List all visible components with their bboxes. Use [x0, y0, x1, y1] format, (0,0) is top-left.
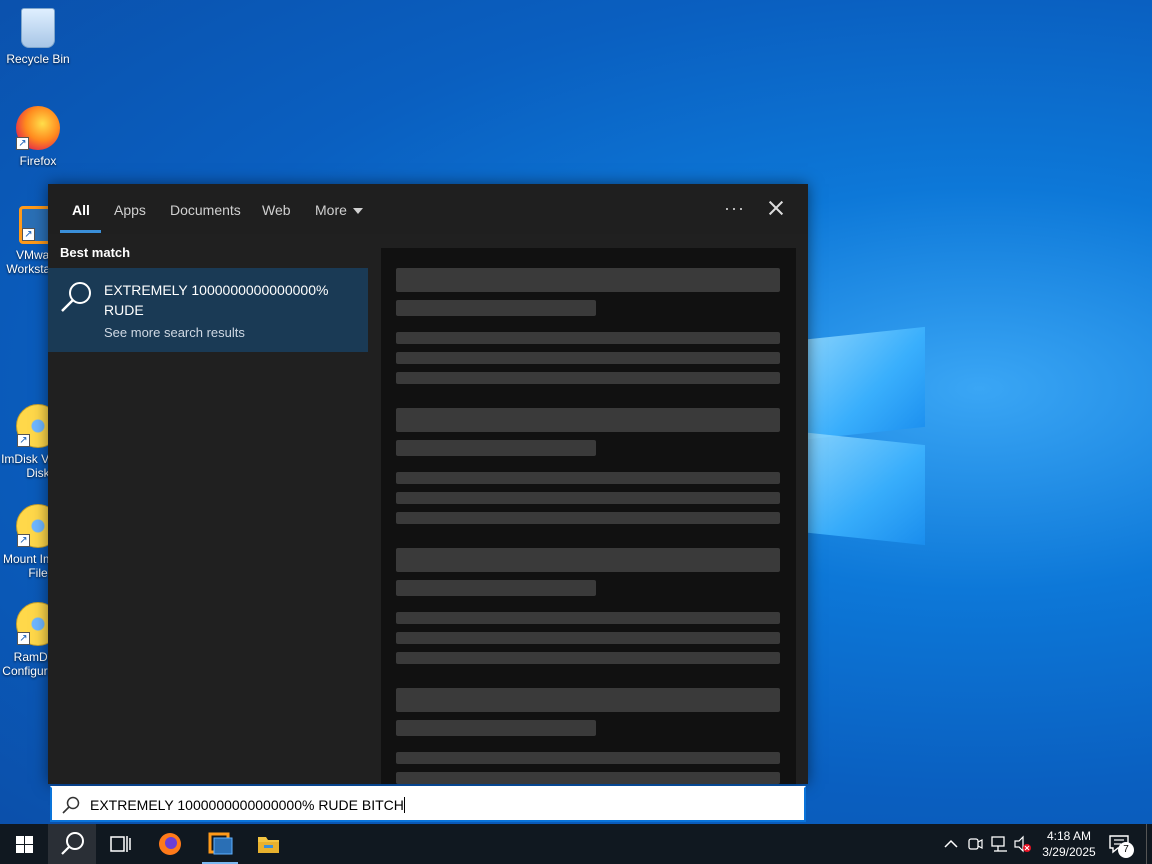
tab-more[interactable]: More: [315, 202, 363, 218]
tab-apps[interactable]: Apps: [114, 202, 146, 218]
best-match-title: EXTREMELY 1000000000000000% RUDE: [104, 282, 329, 318]
caret-down-icon: [352, 208, 363, 215]
taskbar-clock[interactable]: 4:18 AM 3/29/2025: [1034, 828, 1104, 860]
taskbar-firefox[interactable]: [146, 824, 194, 864]
shortcut-arrow-icon: ↗: [17, 632, 30, 645]
desktop-icon-firefox[interactable]: ↗ Firefox: [0, 106, 76, 168]
taskbar: 4:18 AM 3/29/2025 7: [0, 824, 1152, 864]
recycle-bin-icon: [21, 8, 55, 48]
desktop-icon-label: Recycle Bin: [6, 52, 70, 66]
active-tab-indicator: [60, 230, 101, 233]
taskbar-vmware[interactable]: [196, 824, 244, 864]
search-icon: [61, 832, 84, 855]
clock-date: 3/29/2025: [1042, 845, 1096, 859]
text-cursor: [403, 797, 405, 813]
folder-icon: [258, 837, 279, 853]
tab-all[interactable]: All: [72, 202, 90, 218]
tab-more-label: More: [315, 202, 347, 218]
search-input-value: EXTREMELY 1000000000000000% RUDE BITCH: [90, 797, 404, 813]
taskbar-search-button[interactable]: [48, 824, 96, 864]
windows-start-icon: [16, 836, 33, 853]
search-icon: [62, 796, 80, 814]
shortcut-arrow-icon: ↗: [22, 228, 35, 241]
vmware-icon: [208, 832, 233, 855]
windows-wallpaper-logo: [790, 320, 930, 546]
best-match-item[interactable]: EXTREMELY 1000000000000000% RUDE See mor…: [48, 268, 368, 352]
best-match-heading: Best match: [60, 245, 131, 260]
meet-now-icon[interactable]: [966, 824, 984, 864]
clock-time: 4:18 AM: [1046, 829, 1092, 843]
notification-count-badge: 7: [1118, 842, 1134, 858]
task-view-icon: [110, 836, 131, 852]
see-more-results-link[interactable]: See more search results: [104, 325, 245, 340]
close-icon[interactable]: [764, 196, 788, 220]
firefox-icon: [159, 833, 181, 855]
preview-pane-loading: [381, 248, 796, 784]
search-icon: [61, 282, 91, 312]
shortcut-arrow-icon: ↗: [17, 434, 30, 447]
search-flyout: All Apps Documents Web More ··· Best mat…: [48, 184, 808, 784]
search-box[interactable]: EXTREMELY 1000000000000000% RUDE BITCH: [50, 786, 806, 822]
show-desktop-button[interactable]: [1146, 824, 1152, 864]
shortcut-arrow-icon: ↗: [17, 534, 30, 547]
tab-documents[interactable]: Documents: [170, 202, 241, 218]
search-input[interactable]: EXTREMELY 1000000000000000% RUDE BITCH: [90, 797, 405, 813]
search-tabs: All Apps Documents Web More ···: [48, 184, 808, 234]
desktop-icon-label: Firefox: [19, 154, 57, 168]
network-icon[interactable]: [990, 824, 1010, 864]
chevron-up-icon[interactable]: [942, 824, 960, 864]
task-view-button[interactable]: [96, 824, 144, 864]
start-button[interactable]: [0, 824, 48, 864]
desktop-icon-recycle-bin[interactable]: Recycle Bin: [0, 8, 76, 66]
more-options-icon[interactable]: ···: [724, 198, 745, 219]
shortcut-arrow-icon: ↗: [16, 137, 29, 150]
taskbar-file-explorer[interactable]: [244, 824, 292, 864]
firefox-icon: ↗: [16, 106, 60, 150]
tab-web[interactable]: Web: [262, 202, 291, 218]
volume-muted-icon[interactable]: [1013, 824, 1033, 864]
